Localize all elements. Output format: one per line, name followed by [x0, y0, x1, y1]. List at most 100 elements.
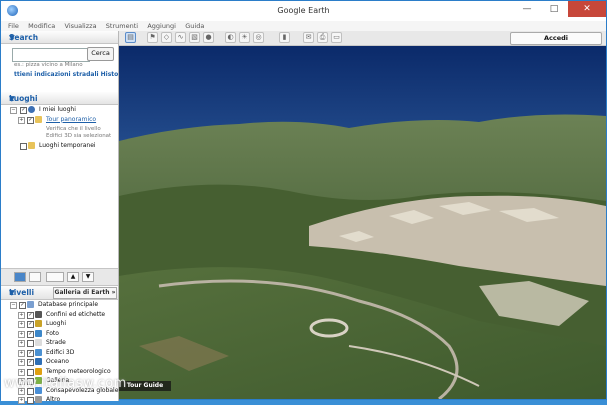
- maximize-button[interactable]: □: [541, 1, 567, 17]
- places-tree: − ✓ I miei luoghi + ✓ Tour panoramico Ve…: [1, 105, 118, 150]
- layer-item[interactable]: + Tempo meteorologico: [1, 367, 118, 377]
- layer-item[interactable]: + ✓ Foto: [1, 329, 118, 339]
- image-overlay-icon[interactable]: ▧: [189, 32, 200, 43]
- menu-aggiungi[interactable]: Aggiungi: [147, 21, 176, 31]
- move-down-icon[interactable]: ▼: [82, 272, 94, 282]
- layer-label: Strade: [46, 339, 66, 346]
- search-input[interactable]: [12, 48, 90, 62]
- checkbox[interactable]: [27, 340, 34, 347]
- expand-icon[interactable]: +: [18, 368, 25, 376]
- layer-label: Tempo meteorologico: [46, 367, 111, 375]
- checkbox[interactable]: ✓: [20, 107, 27, 114]
- toolbar: ▤ ⚑ ◇ ∿ ▧ ● ◐ ☀ ◎ ▮ ✉ ⎙ ▭ Accedi: [119, 31, 606, 46]
- menu-visualizza[interactable]: Visualizza: [65, 21, 97, 31]
- tree-item-temporary-places[interactable]: Luoghi temporanei: [1, 141, 118, 151]
- sunlight-icon[interactable]: ☀: [239, 32, 250, 43]
- layer-label: Oceano: [46, 358, 69, 365]
- expand-icon[interactable]: −: [10, 302, 17, 309]
- expand-icon[interactable]: +: [18, 359, 25, 366]
- tree-item-my-places[interactable]: − ✓ I miei luoghi: [1, 105, 118, 115]
- checkbox[interactable]: ✓: [27, 359, 34, 366]
- sign-in-button[interactable]: Accedi: [510, 32, 602, 45]
- search-hint: es.: pizza vicino a Milano: [14, 62, 83, 68]
- layer-label: Luoghi: [46, 320, 66, 327]
- search-places-icon[interactable]: [14, 272, 26, 282]
- earth-gallery-button[interactable]: Galleria di Earth »: [53, 287, 117, 299]
- panel-toggle-icon[interactable]: [29, 272, 41, 282]
- sidebar: ▼ Search Cerca es.: pizza vicino a Milan…: [1, 31, 119, 404]
- layer-label: Foto: [46, 329, 59, 337]
- layers-panel-header[interactable]: ▼ Livelli Galleria di Earth »: [1, 286, 118, 300]
- layer-label: Confini ed etichette: [46, 310, 106, 318]
- places-filter-input[interactable]: [46, 272, 64, 282]
- move-up-icon[interactable]: ▲: [67, 272, 79, 282]
- layer-item[interactable]: + ✓ Edifici 3D: [1, 348, 118, 358]
- google-earth-window: Google Earth — □ ✕ File Modifica Visuali…: [0, 0, 607, 404]
- layer-icon: [35, 310, 42, 318]
- layer-item[interactable]: + ✓ Luoghi: [1, 319, 118, 329]
- search-panel-header[interactable]: ▼ Search: [1, 31, 118, 44]
- planets-icon[interactable]: ◎: [253, 32, 264, 43]
- save-image-icon[interactable]: ▭: [331, 32, 342, 43]
- layer-icon: [35, 367, 42, 375]
- expand-icon[interactable]: +: [18, 116, 25, 124]
- checkbox[interactable]: ✓: [27, 116, 34, 124]
- places-toolbar: ▲ ▼: [1, 268, 118, 286]
- print-icon[interactable]: ⎙: [317, 32, 328, 43]
- terrain-imagery: [119, 46, 606, 399]
- checkbox[interactable]: ✓: [27, 311, 34, 319]
- title-bar: Google Earth — □ ✕: [1, 1, 606, 21]
- menu-modifica[interactable]: Modifica: [28, 21, 55, 31]
- expand-icon[interactable]: +: [18, 397, 25, 404]
- checkbox[interactable]: [20, 143, 27, 150]
- earth-3d-view[interactable]: [119, 46, 606, 399]
- close-button[interactable]: ✕: [568, 1, 606, 17]
- tour-link[interactable]: Tour panoramico: [46, 115, 96, 125]
- folder-icon: [28, 142, 35, 149]
- menu-bar: File Modifica Visualizza Strumenti Aggiu…: [1, 21, 606, 31]
- ruler-icon[interactable]: ▮: [279, 32, 290, 43]
- placemark-icon[interactable]: ⚑: [147, 32, 158, 43]
- menu-file[interactable]: File: [8, 21, 19, 31]
- checkbox[interactable]: [27, 397, 34, 404]
- tree-item-tour[interactable]: + ✓ Tour panoramico: [1, 115, 118, 125]
- expand-icon[interactable]: −: [10, 107, 17, 114]
- checkbox[interactable]: ✓: [27, 321, 34, 328]
- checkbox[interactable]: [27, 368, 34, 376]
- layer-item[interactable]: − ✓ Database principale: [1, 300, 118, 310]
- my-places-label: I miei luoghi: [39, 106, 76, 113]
- layer-item[interactable]: + ✓ Confini ed etichette: [1, 310, 118, 320]
- checkbox[interactable]: ✓: [19, 302, 26, 309]
- search-button[interactable]: Cerca: [87, 47, 114, 61]
- path-icon[interactable]: ∿: [175, 32, 186, 43]
- checkbox[interactable]: ✓: [27, 349, 34, 357]
- historical-imagery-icon[interactable]: ◐: [225, 32, 236, 43]
- checkbox[interactable]: ✓: [27, 330, 34, 338]
- layer-item[interactable]: + ✓ Oceano: [1, 357, 118, 367]
- places-panel-title: Luoghi: [9, 94, 38, 103]
- expand-icon[interactable]: +: [18, 349, 25, 357]
- minimize-button[interactable]: —: [514, 1, 540, 17]
- search-links[interactable]: ttieni indicazioni stradali History: [14, 71, 118, 78]
- globe-icon: [28, 106, 35, 113]
- layer-label: Edifici 3D: [46, 348, 75, 356]
- layer-icon: [35, 358, 42, 365]
- record-tour-icon[interactable]: ●: [203, 32, 214, 43]
- watermark: www.italiasw.com: [4, 376, 127, 391]
- expand-icon[interactable]: +: [18, 311, 25, 319]
- layer-icon: [27, 301, 34, 308]
- expand-icon[interactable]: +: [18, 330, 25, 338]
- polygon-icon[interactable]: ◇: [161, 32, 172, 43]
- expand-icon[interactable]: +: [18, 340, 25, 347]
- menu-guida[interactable]: Guida: [185, 21, 204, 31]
- email-icon[interactable]: ✉: [303, 32, 314, 43]
- folder-icon: [35, 115, 42, 123]
- sidebar-toggle-icon[interactable]: ▤: [125, 32, 136, 43]
- menu-strumenti[interactable]: Strumenti: [106, 21, 138, 31]
- places-panel-header[interactable]: ▼ Luoghi: [1, 92, 118, 105]
- layers-panel-title: Livelli: [9, 288, 35, 297]
- expand-icon[interactable]: +: [18, 321, 25, 328]
- search-panel-title: Search: [9, 33, 39, 42]
- layer-item[interactable]: + Strade: [1, 338, 118, 348]
- layer-icon: [35, 348, 42, 356]
